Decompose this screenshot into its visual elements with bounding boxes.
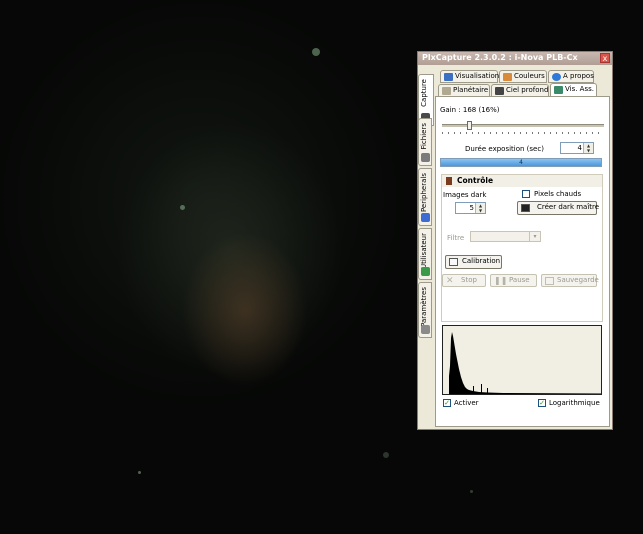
tab-vis-ass[interactable]: Vis. Ass. [550, 83, 597, 97]
histogram [442, 325, 602, 395]
close-icon: x [602, 54, 608, 63]
stop-label: Stop [461, 276, 477, 284]
tab-panel-vis-ass: Gain : 168 (16%) Durée exposition (sec) … [435, 96, 610, 427]
dark-images-value: 5 [469, 204, 474, 212]
hot-pixels-checkbox[interactable] [522, 190, 530, 198]
control-header-label: Contrôle [457, 176, 494, 185]
star [312, 48, 320, 56]
monitor-icon [444, 73, 453, 81]
star [470, 490, 473, 493]
side-tab-utilisateur[interactable]: Utilisateur [418, 228, 432, 280]
save-icon [545, 277, 554, 285]
exposure-value: 4 [577, 144, 582, 152]
logarithmic-checkbox[interactable]: ✓ [538, 399, 546, 407]
info-icon [552, 73, 561, 81]
tab-label: Couleurs [514, 72, 545, 80]
tab-couleurs[interactable]: Couleurs [499, 70, 547, 83]
side-tab-label: Fichiers [420, 123, 428, 150]
logarithmic-label: Logarithmique [549, 399, 600, 407]
side-tab-label: Capture [420, 79, 428, 107]
star [180, 205, 185, 210]
user-icon [421, 267, 430, 276]
pause-label: Pause [509, 276, 530, 284]
planet-icon [442, 87, 451, 95]
filter-label: Filtre [447, 234, 465, 242]
calibration-label: Calibration [462, 257, 501, 265]
dark-images-label: Images dark [443, 191, 487, 199]
hot-pixels-label: Pixels chauds [534, 190, 582, 198]
exposure-spinner[interactable]: 4 ▲ ▼ [560, 142, 594, 154]
side-tab-parametres[interactable]: Paramètres [418, 282, 432, 338]
gain-slider[interactable] [442, 121, 604, 134]
calibration-button[interactable]: Calibration [445, 255, 502, 269]
tab-visualisation[interactable]: Visualisation [440, 70, 500, 83]
dark-frame-icon [521, 204, 530, 212]
stop-button[interactable]: ✕ Stop [442, 274, 486, 287]
side-tab-label: Peripherals [420, 173, 428, 213]
gain-label: Gain : 168 (16%) [440, 106, 500, 114]
activate-label: Activer [454, 399, 479, 407]
exposure-label: Durée exposition (sec) [465, 145, 544, 153]
close-button[interactable]: x [600, 53, 610, 63]
gain-slider-ticks [442, 132, 604, 134]
create-master-dark-label: Créer dark maître [537, 203, 600, 211]
dark-images-spinner[interactable]: 5 ▲ ▼ [455, 202, 486, 214]
spinner-arrows-icon[interactable]: ▲ ▼ [475, 203, 485, 213]
screen-icon [554, 86, 563, 94]
star [138, 471, 141, 474]
side-tab-label: Utilisateur [420, 233, 428, 270]
histogram-bars [449, 332, 601, 394]
palette-icon [503, 73, 512, 81]
spinner-arrows-icon[interactable]: ▲ ▼ [583, 143, 593, 153]
exposure-progress-text: 4 [519, 159, 523, 166]
gain-slider-thumb[interactable] [467, 121, 472, 130]
plxcapture-window[interactable]: PlxCapture 2.3.0.2 : i-Nova PLB-Cx x Cap… [417, 51, 613, 430]
activate-checkbox[interactable]: ✓ [443, 399, 451, 407]
chevron-down-icon[interactable]: ▾ [529, 232, 540, 241]
histogram-spike [487, 388, 488, 394]
filter-select[interactable]: ▾ [470, 231, 541, 242]
tab-a-propos[interactable]: A propos [548, 70, 594, 83]
save-label: Sauvegarde [557, 276, 599, 284]
exposure-progress-bar: 4 [440, 158, 602, 167]
histogram-spike [473, 386, 474, 394]
side-tab-label: Paramètres [420, 287, 428, 327]
histogram-spike [481, 384, 482, 394]
tab-label: Ciel profond [506, 86, 549, 94]
window-title: PlxCapture 2.3.0.2 : i-Nova PLB-Cx [422, 53, 578, 62]
side-tab-peripherals[interactable]: Peripherals [418, 168, 432, 226]
peripherals-icon [421, 213, 430, 222]
tab-label: Visualisation [455, 72, 500, 80]
tools-icon [421, 325, 430, 334]
tab-label: A propos [563, 72, 594, 80]
title-bar[interactable]: PlxCapture 2.3.0.2 : i-Nova PLB-Cx x [418, 52, 612, 65]
calibration-icon [449, 258, 458, 266]
histogram-plot [449, 332, 601, 394]
files-icon [421, 153, 430, 162]
side-tab-fichiers[interactable]: Fichiers [418, 118, 432, 166]
deep-sky-icon [495, 87, 504, 95]
tab-label: Planétaire [453, 86, 489, 94]
stop-icon: ✕ [446, 276, 454, 286]
create-master-dark-button[interactable]: Créer dark maître [517, 201, 600, 215]
save-button[interactable]: Sauvegarde [541, 274, 599, 287]
star [383, 452, 389, 458]
control-group: Contrôle Images dark 5 ▲ ▼ Pixels chauds … [441, 174, 603, 322]
pause-button[interactable]: ❚❚ Pause [490, 274, 537, 287]
control-header: Contrôle [442, 175, 602, 187]
control-icon [446, 177, 452, 185]
pause-icon: ❚❚ [494, 276, 508, 285]
tab-label: Vis. Ass. [565, 85, 594, 93]
